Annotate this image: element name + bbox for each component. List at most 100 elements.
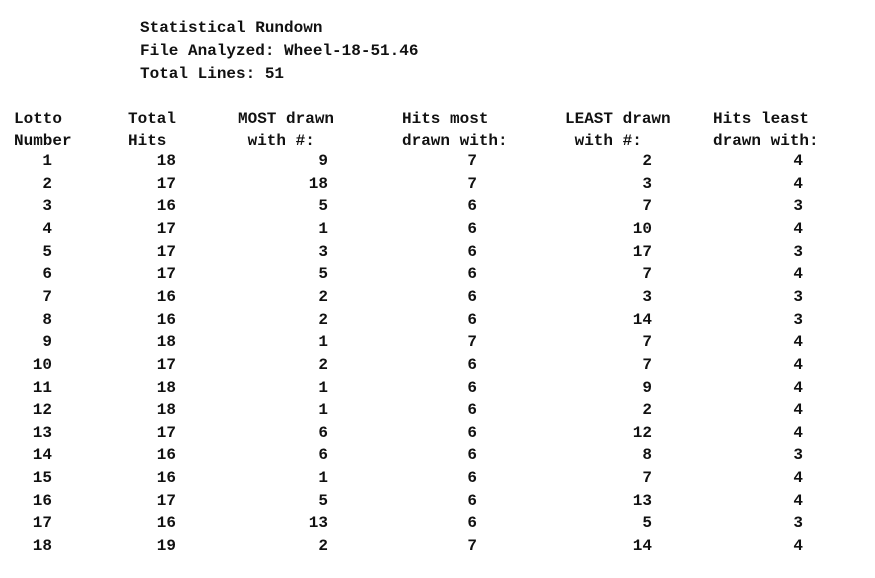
column-header-least-drawn-with: with #: [565,132,642,150]
cell-most-drawn-with: 5 [318,197,328,216]
cell-hits-least-drawn-with: 3 [793,242,803,261]
cell-hits-least-drawn-with: 4 [793,401,803,420]
cell-most-drawn-with: 2 [318,287,328,306]
cell-least-drawn-with: 8 [642,446,652,465]
cell-total-hits: 17 [156,355,176,374]
cell-lotto-number: 8 [42,310,52,329]
column-header-hits-least-drawn-with: drawn with: [713,132,819,150]
cell-most-drawn-with: 13 [308,514,328,533]
cell-lotto-number: 9 [42,333,52,352]
cell-total-hits: 17 [156,242,176,261]
column-header-hits-most-drawn-with: drawn with: [402,132,508,150]
cell-total-hits: 18 [156,401,176,420]
cell-total-hits: 16 [156,469,176,488]
cell-most-drawn-with: 2 [318,537,328,556]
cell-total-hits: 16 [156,197,176,216]
cell-hits-least-drawn-with: 4 [793,378,803,397]
cell-total-hits: 16 [156,514,176,533]
cell-most-drawn-with: 5 [318,491,328,510]
cell-total-hits: 19 [156,537,176,556]
cell-hits-most-drawn-with: 6 [467,446,477,465]
cell-lotto-number: 15 [32,469,52,488]
cell-lotto-number: 16 [32,491,52,510]
cell-hits-most-drawn-with: 7 [467,174,477,193]
cell-lotto-number: 4 [42,219,52,238]
cell-lotto-number: 13 [32,423,52,442]
cell-total-hits: 17 [156,265,176,284]
column-header-lotto-number: Number [14,132,72,150]
report-title: Statistical Rundown [140,19,323,37]
cell-hits-most-drawn-with: 6 [467,310,477,329]
cell-hits-most-drawn-with: 6 [467,219,477,238]
cell-hits-most-drawn-with: 6 [467,242,477,261]
cell-hits-least-drawn-with: 4 [793,152,803,170]
cell-hits-least-drawn-with: 4 [793,469,803,488]
cell-lotto-number: 11 [32,378,52,397]
cell-hits-least-drawn-with: 3 [793,310,803,329]
column-header-lotto-number: Lotto [14,110,63,128]
cell-least-drawn-with: 7 [642,355,652,374]
cell-total-hits: 18 [156,378,176,397]
cell-most-drawn-with: 6 [318,446,328,465]
cell-least-drawn-with: 17 [632,242,652,261]
cell-most-drawn-with: 1 [318,333,328,352]
cell-least-drawn-with: 2 [642,401,652,420]
cell-hits-most-drawn-with: 6 [467,514,477,533]
cell-least-drawn-with: 13 [632,491,652,510]
cell-total-hits: 16 [156,446,176,465]
cell-most-drawn-with: 5 [318,265,328,284]
cell-lotto-number: 6 [42,265,52,284]
cell-least-drawn-with: 5 [642,514,652,533]
cell-hits-least-drawn-with: 4 [793,219,803,238]
cell-most-drawn-with: 18 [308,174,328,193]
cell-hits-most-drawn-with: 6 [467,423,477,442]
cell-hits-least-drawn-with: 4 [793,265,803,284]
cell-least-drawn-with: 14 [632,537,652,556]
cell-total-hits: 17 [156,219,176,238]
cell-least-drawn-with: 10 [632,219,652,238]
cell-total-hits: 16 [156,287,176,306]
cell-least-drawn-with: 7 [642,469,652,488]
cell-hits-most-drawn-with: 7 [467,537,477,556]
cell-least-drawn-with: 9 [642,378,652,397]
cell-hits-most-drawn-with: 6 [467,378,477,397]
cell-lotto-number: 14 [32,446,52,465]
cell-hits-least-drawn-with: 4 [793,537,803,556]
cell-hits-most-drawn-with: 6 [467,197,477,216]
cell-most-drawn-with: 1 [318,378,328,397]
cell-most-drawn-with: 9 [318,152,328,170]
cell-most-drawn-with: 6 [318,423,328,442]
cell-total-hits: 18 [156,152,176,170]
cell-least-drawn-with: 3 [642,174,652,193]
cell-hits-least-drawn-with: 3 [793,197,803,216]
column-header-total-hits: Hits [128,132,167,150]
cell-least-drawn-with: 3 [642,287,652,306]
cell-lotto-number: 17 [32,514,52,533]
cell-hits-least-drawn-with: 3 [793,287,803,306]
cell-total-hits: 17 [156,423,176,442]
cell-least-drawn-with: 7 [642,265,652,284]
cell-most-drawn-with: 1 [318,401,328,420]
cell-hits-least-drawn-with: 4 [793,423,803,442]
column-header-least-drawn-with: LEAST drawn [565,110,671,128]
column-header-most-drawn-with: with #: [238,132,315,150]
cell-least-drawn-with: 7 [642,197,652,216]
cell-most-drawn-with: 2 [318,355,328,374]
column-header-hits-least-drawn-with: Hits least [713,110,810,128]
cell-lotto-number: 7 [42,287,52,306]
cell-lotto-number: 5 [42,242,52,261]
cell-lotto-number: 1 [42,152,52,170]
cell-hits-most-drawn-with: 6 [467,265,477,284]
column-header-total-hits: Total [128,110,177,128]
cell-hits-most-drawn-with: 6 [467,401,477,420]
cell-least-drawn-with: 7 [642,333,652,352]
cell-most-drawn-with: 2 [318,310,328,329]
cell-hits-most-drawn-with: 6 [467,355,477,374]
column-header-hits-most-drawn-with: Hits most [402,110,489,128]
cell-hits-least-drawn-with: 3 [793,514,803,533]
cell-total-hits: 18 [156,333,176,352]
cell-hits-least-drawn-with: 4 [793,491,803,510]
cell-hits-most-drawn-with: 7 [467,333,477,352]
cell-least-drawn-with: 2 [642,152,652,170]
cell-hits-least-drawn-with: 4 [793,174,803,193]
